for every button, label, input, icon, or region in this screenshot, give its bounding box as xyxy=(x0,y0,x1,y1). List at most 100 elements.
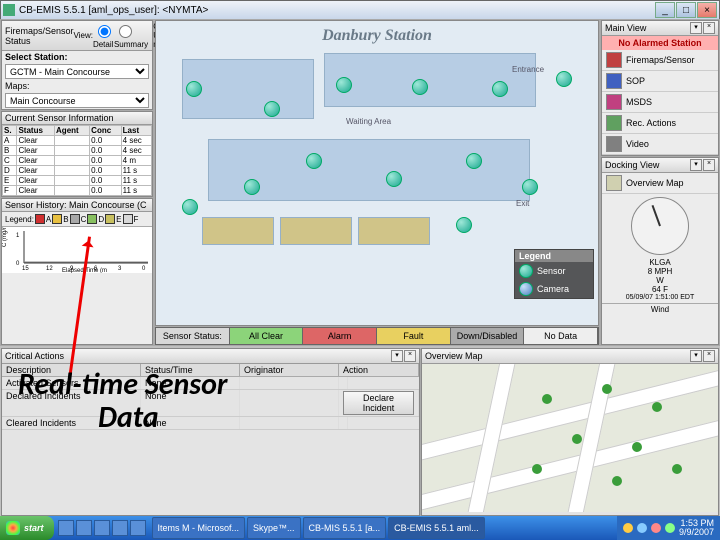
firemap-status-title: Firemaps/Sensor Status xyxy=(5,26,74,46)
taskbar-item-active[interactable]: CB-EMIS 5.5.1 aml... xyxy=(388,517,485,539)
legend-swatch xyxy=(105,214,115,224)
ql-icon[interactable] xyxy=(94,520,110,536)
quick-launch xyxy=(54,520,150,536)
sensor-icon[interactable] xyxy=(306,153,322,169)
station-marker[interactable] xyxy=(632,442,642,452)
wind-loc: KLGA xyxy=(602,258,718,267)
sensor-icon[interactable] xyxy=(522,179,538,195)
minimize-button[interactable]: _ xyxy=(655,2,675,18)
status-allclear: All Clear xyxy=(230,328,304,344)
sensor-icon[interactable] xyxy=(556,71,572,87)
system-tray[interactable]: 1:53 PM 9/9/2007 xyxy=(617,516,720,540)
history-title: Sensor History: Main Concourse (C xyxy=(5,200,147,210)
overview-map-item[interactable]: Overview Map xyxy=(602,173,718,194)
critical-actions-panel: Critical Actions▾× Description Status/Ti… xyxy=(1,348,420,516)
wind-title: Wind xyxy=(602,303,718,315)
sensor-icon[interactable] xyxy=(244,179,260,195)
legend-label: Legend: xyxy=(5,215,34,224)
overview-map[interactable] xyxy=(422,364,718,512)
tray-icon[interactable] xyxy=(623,523,633,533)
actions-icon xyxy=(606,115,622,131)
legend-swatch xyxy=(87,214,97,224)
station-marker[interactable] xyxy=(532,464,542,474)
sensor-icon[interactable] xyxy=(456,217,472,233)
sensor-icon[interactable] xyxy=(264,101,280,117)
status-nodata: No Data xyxy=(524,328,598,344)
sensor-history-panel: Sensor History: Main Concourse (C Legend… xyxy=(1,198,153,345)
taskbar-item[interactable]: Skype™... xyxy=(247,517,301,539)
station-marker[interactable] xyxy=(542,394,552,404)
panel-close-icon[interactable]: × xyxy=(703,350,715,362)
table-row: DClear0.011 s xyxy=(3,166,152,176)
svg-text:C (mg/m^3: C (mg/m^3 xyxy=(2,227,8,247)
wind-time: 05/09/07 1:51:00 EDT xyxy=(602,294,718,301)
history-chart: C (mg/m^3 Elapsed Time (m 15129630 10 xyxy=(2,226,152,273)
station-select[interactable]: GCTM - Main Concourse xyxy=(5,64,149,79)
panel-collapse-icon[interactable]: ▾ xyxy=(690,350,702,362)
panel-close-icon[interactable]: × xyxy=(703,159,715,171)
svg-text:Elapsed Time (m: Elapsed Time (m xyxy=(62,268,107,273)
wind-speed: 8 MPH xyxy=(602,267,718,276)
sensor-table: S. Status Agent Conc Last AClear0.04 sec… xyxy=(2,125,152,196)
overview-map-panel: Overview Map▾× xyxy=(421,348,719,516)
mv-firemap[interactable]: Firemaps/Sensor xyxy=(602,50,718,71)
sensor-status-bar: Sensor Status: All Clear Alarm Fault Dow… xyxy=(155,327,599,345)
panel-close-icon[interactable]: × xyxy=(404,350,416,362)
taskbar-item[interactable]: Items M - Microsof... xyxy=(152,517,246,539)
panel-collapse-icon[interactable]: ▾ xyxy=(690,22,702,34)
panel-collapse-icon[interactable]: ▾ xyxy=(690,159,702,171)
sensor-icon xyxy=(519,264,533,278)
ql-icon[interactable] xyxy=(112,520,128,536)
panel-collapse-icon[interactable]: ▾ xyxy=(391,350,403,362)
critical-actions-title: Critical Actions xyxy=(5,351,64,361)
mv-rec-actions[interactable]: Rec. Actions xyxy=(602,113,718,134)
legend-swatch xyxy=(52,214,62,224)
wind-compass xyxy=(631,197,689,255)
sensor-icon[interactable] xyxy=(466,153,482,169)
mv-sop[interactable]: SOP xyxy=(602,71,718,92)
tray-icon[interactable] xyxy=(637,523,647,533)
view-label: View: xyxy=(74,31,93,40)
map-select[interactable]: Main Concourse xyxy=(5,93,149,108)
tray-icon[interactable] xyxy=(651,523,661,533)
ql-icon[interactable] xyxy=(76,520,92,536)
view-summary-radio[interactable] xyxy=(119,25,132,38)
sensor-icon[interactable] xyxy=(182,199,198,215)
station-map[interactable]: Danbury Station Waiting Area Entrance Ex… xyxy=(155,20,599,326)
panel-close-icon[interactable]: × xyxy=(703,22,715,34)
sensor-icon[interactable] xyxy=(186,81,202,97)
docking-title: Docking View xyxy=(605,160,659,170)
sensor-icon[interactable] xyxy=(336,77,352,93)
legend-swatch xyxy=(35,214,45,224)
select-station-label: Select Station: xyxy=(5,52,68,62)
tray-icon[interactable] xyxy=(665,523,675,533)
station-marker[interactable] xyxy=(602,384,612,394)
app-icon xyxy=(3,4,15,16)
taskbar-item[interactable]: CB-MIS 5.5.1 [a... xyxy=(303,517,387,539)
clock-date: 9/9/2007 xyxy=(679,528,714,537)
sensor-icon[interactable] xyxy=(412,79,428,95)
sensor-icon[interactable] xyxy=(386,171,402,187)
map-label: Waiting Area xyxy=(346,117,391,126)
view-detail-radio[interactable] xyxy=(98,25,111,38)
no-alarm-banner: No Alarmed Station xyxy=(602,36,718,50)
svg-text:3: 3 xyxy=(118,266,122,272)
station-marker[interactable] xyxy=(572,434,582,444)
declare-incident-button[interactable]: Declare Incident xyxy=(343,391,414,415)
firemap-status-panel: Firemaps/Sensor Status View: Detail Summ… xyxy=(1,20,153,110)
maximize-button[interactable]: □ xyxy=(676,2,696,18)
map-label: Entrance xyxy=(512,65,544,74)
sop-icon xyxy=(606,73,622,89)
mv-video[interactable]: Video xyxy=(602,134,718,155)
station-marker[interactable] xyxy=(652,402,662,412)
ql-icon[interactable] xyxy=(58,520,74,536)
sensor-icon[interactable] xyxy=(492,81,508,97)
table-row: AClear0.04 sec xyxy=(3,136,152,146)
svg-text:15: 15 xyxy=(22,266,29,272)
station-marker[interactable] xyxy=(672,464,682,474)
station-marker[interactable] xyxy=(612,476,622,486)
close-button[interactable]: × xyxy=(697,2,717,18)
start-button[interactable]: start xyxy=(0,516,54,540)
mv-msds[interactable]: MSDS xyxy=(602,92,718,113)
ql-icon[interactable] xyxy=(130,520,146,536)
